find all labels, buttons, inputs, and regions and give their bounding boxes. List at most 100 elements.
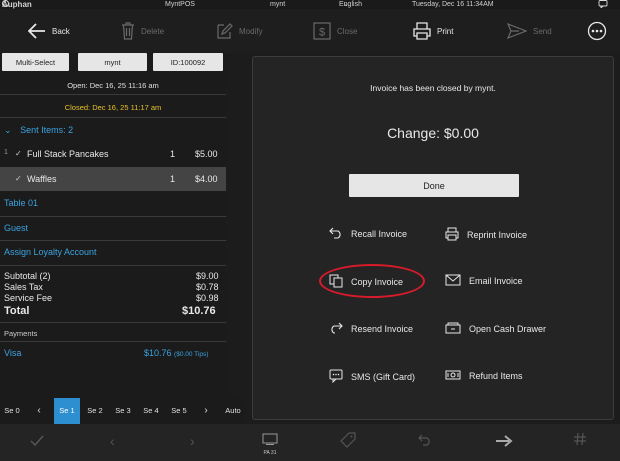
modify-button[interactable]: Modify bbox=[215, 9, 263, 53]
seat-tab[interactable]: Se 4 bbox=[139, 398, 163, 424]
sms-gift-card-label: SMS (Gift Card) bbox=[351, 372, 416, 382]
chevron-left-icon[interactable]: ‹ bbox=[30, 398, 48, 424]
open-cash-drawer-button[interactable]: Open Cash Drawer bbox=[445, 322, 546, 336]
tag-icon[interactable] bbox=[340, 432, 356, 453]
more-options-button[interactable] bbox=[587, 9, 607, 53]
seat-tab[interactable]: Se 0 bbox=[0, 398, 24, 424]
copy-invoice-button[interactable]: Copy Invoice bbox=[329, 274, 403, 290]
bottom-bar: ‹ › PA 31 bbox=[0, 424, 620, 461]
print-button[interactable]: Print bbox=[413, 9, 453, 53]
delete-button[interactable]: Delete bbox=[121, 9, 164, 53]
payment-amount-row[interactable]: $10.76 ($0.00 Tips) bbox=[144, 348, 208, 358]
send-button[interactable]: Send bbox=[507, 9, 552, 53]
chevron-left-icon[interactable]: ‹ bbox=[110, 433, 115, 449]
service-fee-label: Service Fee bbox=[4, 293, 53, 303]
payment-tips: ($0.00 Tips) bbox=[174, 351, 209, 358]
open-cash-drawer-label: Open Cash Drawer bbox=[469, 324, 547, 334]
total-value: $10.76 bbox=[182, 305, 216, 317]
back-label: Back bbox=[52, 26, 70, 36]
modify-label: Modify bbox=[239, 26, 263, 36]
item-qty: 1 bbox=[170, 174, 176, 184]
recall-invoice-button[interactable]: Recall Invoice bbox=[329, 227, 407, 241]
undo-icon[interactable] bbox=[418, 433, 432, 451]
more-icon bbox=[587, 21, 607, 41]
guest-link[interactable]: Guest bbox=[4, 223, 28, 233]
divider bbox=[0, 322, 226, 323]
chevron-right-icon[interactable]: › bbox=[197, 398, 215, 424]
invoice-closed-dialog: Invoice has been closed by mynt. Change:… bbox=[252, 56, 614, 420]
datetime: Tuesday, Dec 16 11:34AM bbox=[412, 1, 494, 8]
seat-tab[interactable]: Se 5 bbox=[167, 398, 191, 424]
resend-invoice-button[interactable]: Resend Invoice bbox=[329, 322, 413, 336]
divider bbox=[0, 117, 226, 118]
auto-seat-button[interactable]: Auto bbox=[220, 398, 246, 424]
resend-invoice-label: Resend Invoice bbox=[351, 324, 414, 334]
subtotal-value: $9.00 bbox=[196, 271, 219, 281]
opened-time: Open: Dec 16, 25 11:16 am bbox=[67, 81, 159, 90]
undo-icon bbox=[329, 227, 343, 241]
mail-icon bbox=[445, 274, 461, 288]
closed-time: Closed: Dec 16, 25 11:17 am bbox=[64, 103, 162, 112]
sms-icon bbox=[329, 369, 343, 385]
trash-icon bbox=[121, 22, 135, 40]
hash-icon[interactable] bbox=[573, 432, 587, 451]
sales-tax-label: Sales Tax bbox=[4, 282, 43, 292]
seat-tab-selected[interactable]: Se 1 bbox=[54, 398, 80, 424]
refund-items-button[interactable]: Refund Items bbox=[445, 369, 523, 383]
recall-invoice-label: Recall Invoice bbox=[351, 229, 408, 239]
divider bbox=[0, 94, 226, 95]
divider bbox=[0, 216, 226, 217]
order-panel: Multi-Select mynt ID:100092 Open: Dec 16… bbox=[0, 53, 226, 425]
back-button[interactable]: Back bbox=[28, 9, 70, 53]
payment-amount: $10.76 bbox=[144, 348, 172, 358]
reprint-invoice-button[interactable]: Reprint Invoice bbox=[445, 227, 527, 243]
divider bbox=[0, 240, 226, 241]
toolbar: Back Delete Modify $ Close Print Send bbox=[0, 9, 620, 53]
sent-items-label: Sent Items: 2 bbox=[20, 125, 74, 135]
pa-label: PA 31 bbox=[263, 450, 277, 456]
order-item-row[interactable]: 1 ✓ Full Stack Pancakes 1 $5.00 bbox=[0, 143, 226, 166]
table-link[interactable]: Table 01 bbox=[4, 198, 38, 208]
sent-items-toggle[interactable]: ⌄ Sent Items: 2 bbox=[4, 125, 73, 136]
sales-tax-value: $0.78 bbox=[196, 282, 219, 292]
subtotal-label: Subtotal (2) bbox=[4, 271, 51, 281]
order-item-row[interactable]: ✓ Waffles 1 $4.00 bbox=[0, 167, 226, 191]
seat-tab[interactable]: Se 2 bbox=[83, 398, 107, 424]
sms-gift-card-button[interactable]: SMS (Gift Card) bbox=[329, 369, 415, 385]
edit-icon bbox=[215, 22, 233, 40]
pa-button[interactable]: PA 31 bbox=[262, 432, 278, 456]
item-qty: 1 bbox=[170, 149, 176, 159]
multi-select-button[interactable]: Multi-Select bbox=[2, 53, 69, 71]
check-icon: ✓ bbox=[15, 174, 22, 183]
close-invoice-button[interactable]: $ Close bbox=[313, 9, 357, 53]
printer-icon bbox=[413, 22, 431, 40]
refund-icon bbox=[445, 369, 461, 383]
item-name: Waffles bbox=[27, 174, 57, 184]
server-button[interactable]: mynt bbox=[78, 53, 147, 71]
copy-invoice-label: Copy Invoice bbox=[351, 277, 404, 287]
seat-tab[interactable]: Se 3 bbox=[111, 398, 135, 424]
order-id-button[interactable]: ID:100092 bbox=[153, 53, 223, 71]
check-icon[interactable] bbox=[30, 434, 44, 452]
cash-drawer-icon bbox=[445, 322, 461, 336]
email-invoice-button[interactable]: Email Invoice bbox=[445, 274, 523, 288]
arrow-right-icon[interactable] bbox=[495, 434, 513, 452]
send-icon bbox=[507, 23, 527, 39]
assign-loyalty-link[interactable]: Assign Loyalty Account bbox=[4, 247, 97, 257]
divider bbox=[0, 341, 226, 342]
svg-text:$: $ bbox=[319, 27, 325, 39]
done-button[interactable]: Done bbox=[349, 174, 519, 197]
dialog-message: Invoice has been closed by mynt. bbox=[370, 83, 496, 93]
change-amount: Change: $0.00 bbox=[387, 125, 479, 141]
copy-icon bbox=[329, 274, 343, 290]
printer-icon bbox=[445, 227, 459, 243]
delete-label: Delete bbox=[141, 26, 165, 36]
send-label: Send bbox=[533, 26, 552, 36]
payment-method[interactable]: Visa bbox=[4, 348, 21, 358]
item-name: Full Stack Pancakes bbox=[27, 149, 109, 159]
print-label: Print bbox=[437, 26, 454, 36]
dollar-box-icon: $ bbox=[313, 22, 331, 40]
app-name: MyntPOS bbox=[165, 1, 195, 8]
service-fee-value: $0.98 bbox=[196, 293, 219, 303]
chevron-right-icon[interactable]: › bbox=[190, 433, 195, 449]
